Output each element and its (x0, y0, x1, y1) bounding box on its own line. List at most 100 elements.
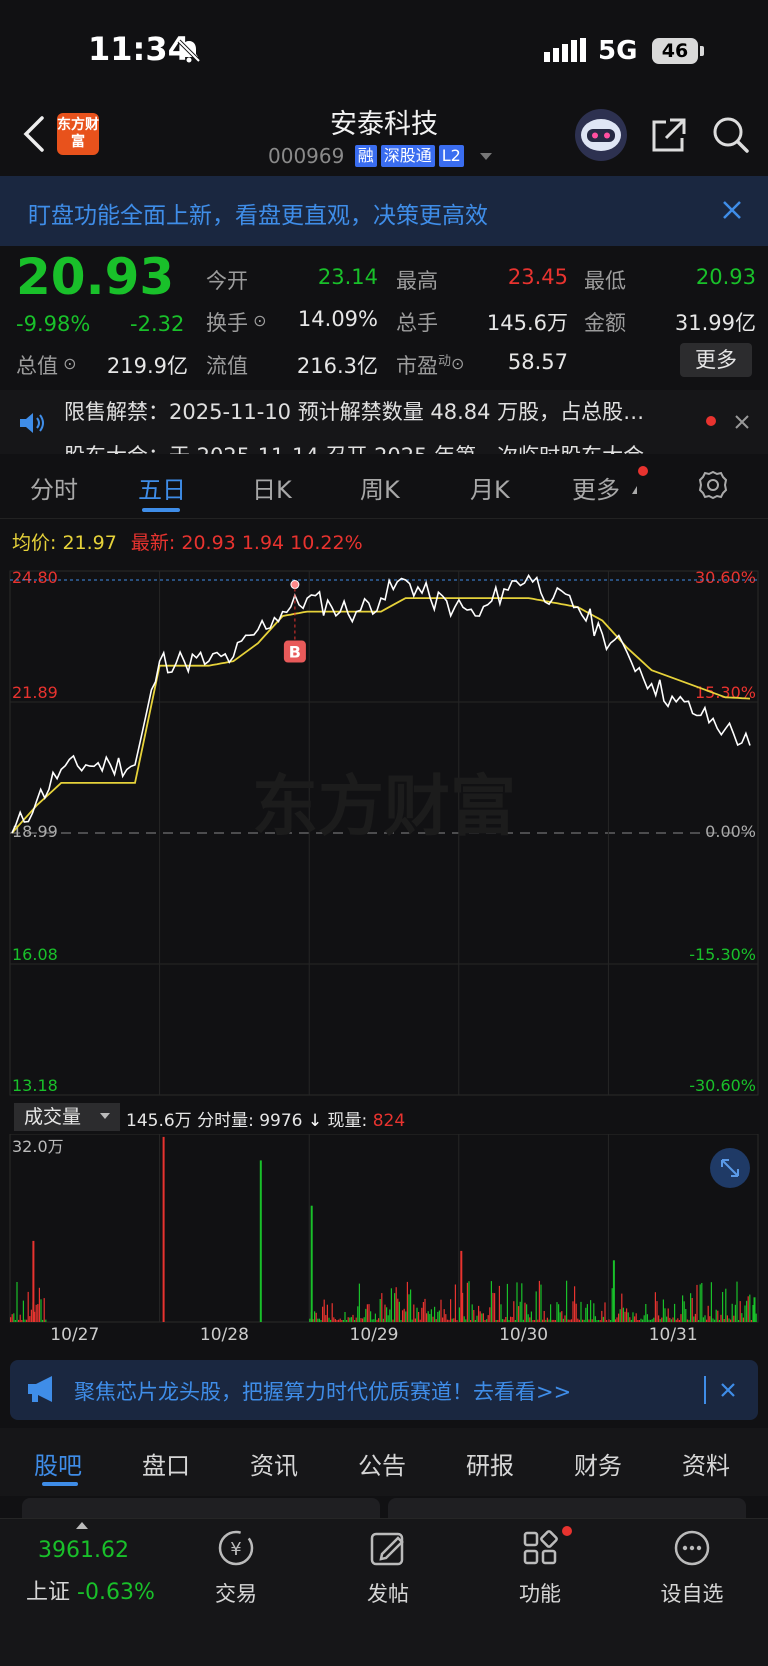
volume-bar (384, 1304, 386, 1322)
buy-point (290, 580, 300, 590)
price-chart[interactable]: 24.80 30.60%21.89 15.30%18.99 0.00%16.08 -15… (0, 555, 768, 1100)
chart-legend: 均价: 21.97 最新: 20.93 1.94 10.22% (12, 528, 363, 555)
tab-monthly-k[interactable]: 月K (470, 470, 510, 505)
volume-bar (442, 1317, 444, 1322)
volume-bar (486, 1319, 488, 1322)
volume-bar (43, 1298, 45, 1322)
volume-bar (389, 1309, 391, 1322)
notice-ticker[interactable]: 限售解禁：2025-11-10 预计解禁数量 48.84 万股，占总股… 股东大… (0, 390, 768, 454)
volume-bar (604, 1302, 606, 1322)
trade-icon[interactable]: ¥ (216, 1528, 256, 1568)
volume-bar (611, 1288, 613, 1322)
volume-y-label: 32.0万 (12, 1137, 64, 1156)
share-icon[interactable] (650, 116, 688, 154)
volume-spike (259, 1160, 262, 1322)
robot-assistant-icon[interactable] (574, 108, 628, 162)
volume-bar (755, 1313, 757, 1322)
volume-bar (558, 1304, 560, 1322)
tab-five-day[interactable]: 五日 (138, 470, 186, 505)
volume-bar (320, 1320, 322, 1322)
index-value[interactable]: 3961.62 (38, 1538, 129, 1563)
float-value: 216.3亿 (296, 354, 378, 378)
tab-forum[interactable]: 股吧 (34, 1446, 82, 1481)
volume-bar (317, 1318, 319, 1322)
volume-bar (390, 1288, 392, 1322)
volume-bar (334, 1319, 336, 1322)
volume-bar (720, 1314, 722, 1322)
close-icon[interactable] (722, 200, 742, 220)
nav-functions-label[interactable]: 功能 (490, 1578, 590, 1608)
volume-bar (314, 1311, 316, 1322)
tab-daily-k[interactable]: 日K (252, 470, 292, 505)
latest-value: 20.93 (181, 532, 236, 554)
battery-icon: 46 (652, 38, 698, 64)
volume-bar (330, 1319, 332, 1322)
post-icon[interactable] (368, 1528, 408, 1568)
volume-bar (678, 1320, 680, 1322)
index-row[interactable]: 上证 -0.63% (26, 1574, 155, 1606)
notice-unread-dot (706, 416, 716, 426)
tab-announcements[interactable]: 公告 (358, 1446, 406, 1481)
notice-close-icon[interactable] (734, 414, 750, 430)
volume-bar (564, 1315, 566, 1322)
open-value: 23.14 (317, 265, 378, 289)
more-button[interactable]: 更多 (680, 343, 752, 377)
volume-bar (309, 1318, 311, 1322)
nav-watchlist-label[interactable]: 设自选 (642, 1578, 742, 1608)
stock-code-row[interactable]: 000969 融深股通 L2 (268, 144, 493, 168)
volume-bar (635, 1313, 637, 1322)
volume-bar (726, 1315, 728, 1322)
volume-bar (696, 1284, 698, 1322)
tab-news[interactable]: 资讯 (250, 1446, 298, 1481)
volume-bar (622, 1307, 624, 1322)
volume-bar (318, 1318, 320, 1322)
tab-profile[interactable]: 资料 (682, 1446, 730, 1481)
volume-bar (490, 1281, 492, 1322)
mktcap-label: 总值 ⊙ (16, 354, 77, 378)
volume-bar (400, 1320, 402, 1322)
promo-close-icon[interactable] (720, 1382, 736, 1398)
settings-gear-icon[interactable] (698, 470, 728, 500)
tab-intraday[interactable]: 分时 (30, 470, 78, 505)
volume-bar (718, 1320, 720, 1322)
volume-bar (734, 1304, 736, 1322)
volume-bar (408, 1294, 410, 1322)
mktcap-value: 219.9亿 (106, 354, 188, 378)
add-watchlist-icon[interactable] (672, 1528, 712, 1568)
search-icon[interactable] (712, 116, 750, 154)
tab-weekly-k[interactable]: 周K (360, 470, 400, 505)
amount-value: 31.99亿 (674, 311, 756, 335)
volume-bar (497, 1320, 499, 1322)
volume-bar (685, 1309, 687, 1322)
nav-post-label[interactable]: 发帖 (338, 1578, 438, 1608)
volume-bar (434, 1306, 436, 1322)
index-expand-icon[interactable] (76, 1522, 88, 1529)
volume-bar (585, 1307, 587, 1322)
tab-research[interactable]: 研报 (466, 1446, 514, 1481)
volume-bar (690, 1293, 692, 1322)
volume-bar (638, 1320, 640, 1322)
volume-bar (566, 1280, 568, 1322)
volume-chart[interactable]: 32.0万 10/27 10/28 10/29 10/30 10/31 (0, 1134, 768, 1344)
expand-chart-icon[interactable] (710, 1148, 750, 1188)
volume-bar (453, 1318, 455, 1322)
volume-bar (494, 1293, 496, 1322)
tab-orderbook[interactable]: 盘口 (142, 1446, 190, 1481)
volume-bar (368, 1304, 370, 1322)
volume-bar (11, 1314, 13, 1322)
bell-muted-icon (177, 39, 201, 63)
tab-more[interactable]: 更多 (572, 470, 620, 505)
functions-grid-icon[interactable] (520, 1528, 560, 1568)
volume-bar (702, 1317, 704, 1322)
y-tick-right: 0.00% (705, 822, 756, 841)
volume-bar (529, 1317, 531, 1322)
nav-trade-label[interactable]: 交易 (186, 1578, 286, 1608)
volume-bar (487, 1315, 489, 1322)
volume-bar (346, 1320, 348, 1322)
volume-bar (698, 1320, 700, 1322)
volume-bar (569, 1319, 571, 1322)
volume-bar (728, 1318, 730, 1322)
tab-financials[interactable]: 财务 (574, 1446, 622, 1481)
volume-indicator-select[interactable]: 成交量 (14, 1103, 120, 1131)
chevron-down-icon[interactable] (480, 153, 493, 160)
